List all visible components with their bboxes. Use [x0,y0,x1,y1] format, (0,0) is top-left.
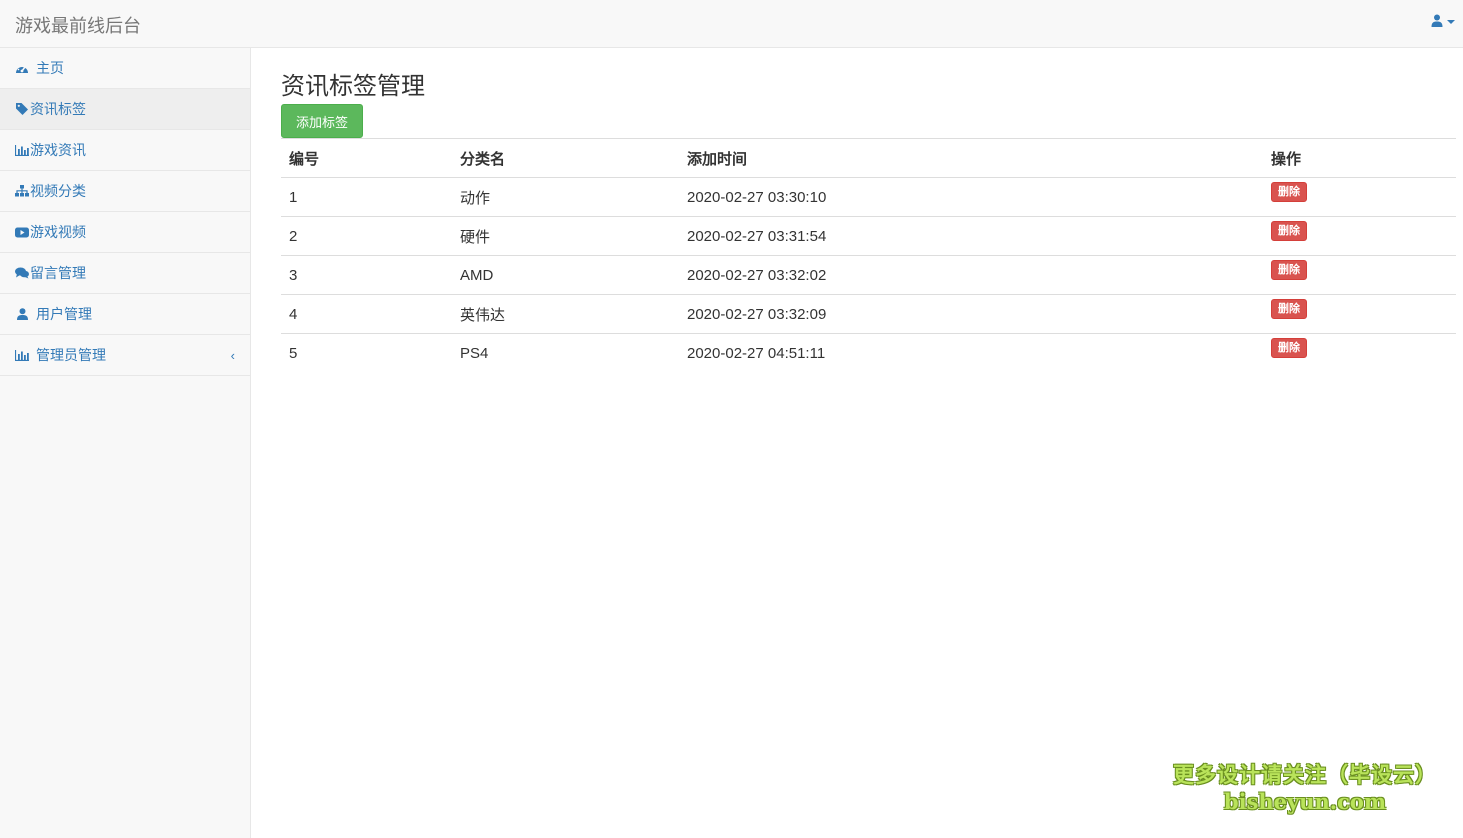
sidebar-item-messages[interactable]: 留言管理 [0,253,250,294]
column-header-time[interactable]: 添加时间 [679,138,1263,178]
sidebar-item-label: 留言管理 [30,265,86,281]
bar-chart-icon [15,348,29,362]
sidebar-item-game-news[interactable]: 游戏资讯 [0,130,250,171]
comments-icon [15,266,29,280]
watermark: 更多设计请关注（毕设云） bisheyun.com [1173,759,1437,814]
sidebar-nav: 主页 资讯标签 游戏资讯 视频分类 游戏视频 留言管理 用户管理 管理员管理 ‹ [0,48,251,838]
user-icon [1431,14,1443,27]
brand-title[interactable]: 游戏最前线后台 [15,12,141,38]
sidebar-item-news-tags[interactable]: 资讯标签 [0,89,250,130]
sidebar-item-label: 游戏资讯 [30,142,86,158]
cell-time: 2020-02-27 03:30:10 [679,177,1263,217]
page-title: 资讯标签管理 [281,73,425,100]
cell-time: 2020-02-27 03:31:54 [679,216,1263,256]
cell-action: 删除 [1263,333,1456,373]
watermark-line-1: 更多设计请关注（毕设云） [1173,763,1437,787]
delete-button[interactable]: 删除 [1271,221,1307,241]
user-menu-dropdown[interactable] [1431,14,1455,27]
table-row: 2 硬件 2020-02-27 03:31:54 删除 [281,216,1456,256]
cell-time: 2020-02-27 03:32:09 [679,294,1263,334]
table-row: 4 英伟达 2020-02-27 03:32:09 删除 [281,294,1456,334]
sidebar-item-video-category[interactable]: 视频分类 [0,171,250,212]
sidebar-item-home[interactable]: 主页 [0,48,250,89]
delete-button[interactable]: 删除 [1271,299,1307,319]
delete-button[interactable]: 删除 [1271,338,1307,359]
cell-action: 删除 [1263,177,1456,217]
watermark-line-2: bisheyun.com [1223,789,1387,814]
cell-time: 2020-02-27 03:32:02 [679,255,1263,295]
delete-button[interactable]: 删除 [1271,260,1307,280]
tags-table: 编号 分类名 添加时间 操作 1 动作 2020-02-27 03:30:10 … [281,138,1456,373]
bar-chart-icon [15,143,29,157]
cell-name: 动作 [452,177,679,217]
table-row: 3 AMD 2020-02-27 03:32:02 删除 [281,255,1456,295]
top-navbar: 游戏最前线后台 [0,0,1463,48]
dashboard-icon [15,61,29,75]
cell-action: 删除 [1263,294,1456,334]
chevron-left-icon[interactable]: ‹ [231,348,235,363]
table-header-row: 编号 分类名 添加时间 操作 [281,138,1456,178]
cell-name: 硬件 [452,216,679,256]
sidebar-item-label: 视频分类 [30,183,86,199]
sitemap-icon [15,184,29,198]
cell-id: 3 [281,255,452,295]
sidebar-item-game-video[interactable]: 游戏视频 [0,212,250,253]
cell-id: 4 [281,294,452,334]
cell-id: 2 [281,216,452,256]
delete-button[interactable]: 删除 [1271,182,1307,202]
cell-time: 2020-02-27 04:51:11 [679,333,1263,373]
column-header-id[interactable]: 编号 [281,138,452,178]
column-header-action: 操作 [1263,138,1456,178]
sidebar-item-label: 管理员管理 [36,347,106,363]
column-header-name[interactable]: 分类名 [452,138,679,178]
cell-action: 删除 [1263,216,1456,256]
cell-id: 5 [281,333,452,373]
sidebar-item-label: 游戏视频 [30,224,86,240]
sidebar-item-label: 用户管理 [36,306,92,322]
youtube-play-icon [15,225,29,239]
sidebar-item-label: 主页 [36,60,64,76]
table-row: 1 动作 2020-02-27 03:30:10 删除 [281,177,1456,217]
sidebar-item-admins[interactable]: 管理员管理 ‹ [0,335,250,376]
sidebar-item-label: 资讯标签 [30,101,86,117]
cell-name: 英伟达 [452,294,679,334]
tag-icon [15,102,29,116]
cell-action: 删除 [1263,255,1456,295]
user-icon [15,307,29,321]
cell-name: AMD [452,255,679,295]
cell-id: 1 [281,177,452,217]
caret-down-icon [1447,19,1455,24]
add-tag-button[interactable]: 添加标签 [281,104,363,138]
table-row: 5 PS4 2020-02-27 04:51:11 删除 [281,333,1456,373]
cell-name: PS4 [452,333,679,373]
sidebar-item-users[interactable]: 用户管理 [0,294,250,335]
